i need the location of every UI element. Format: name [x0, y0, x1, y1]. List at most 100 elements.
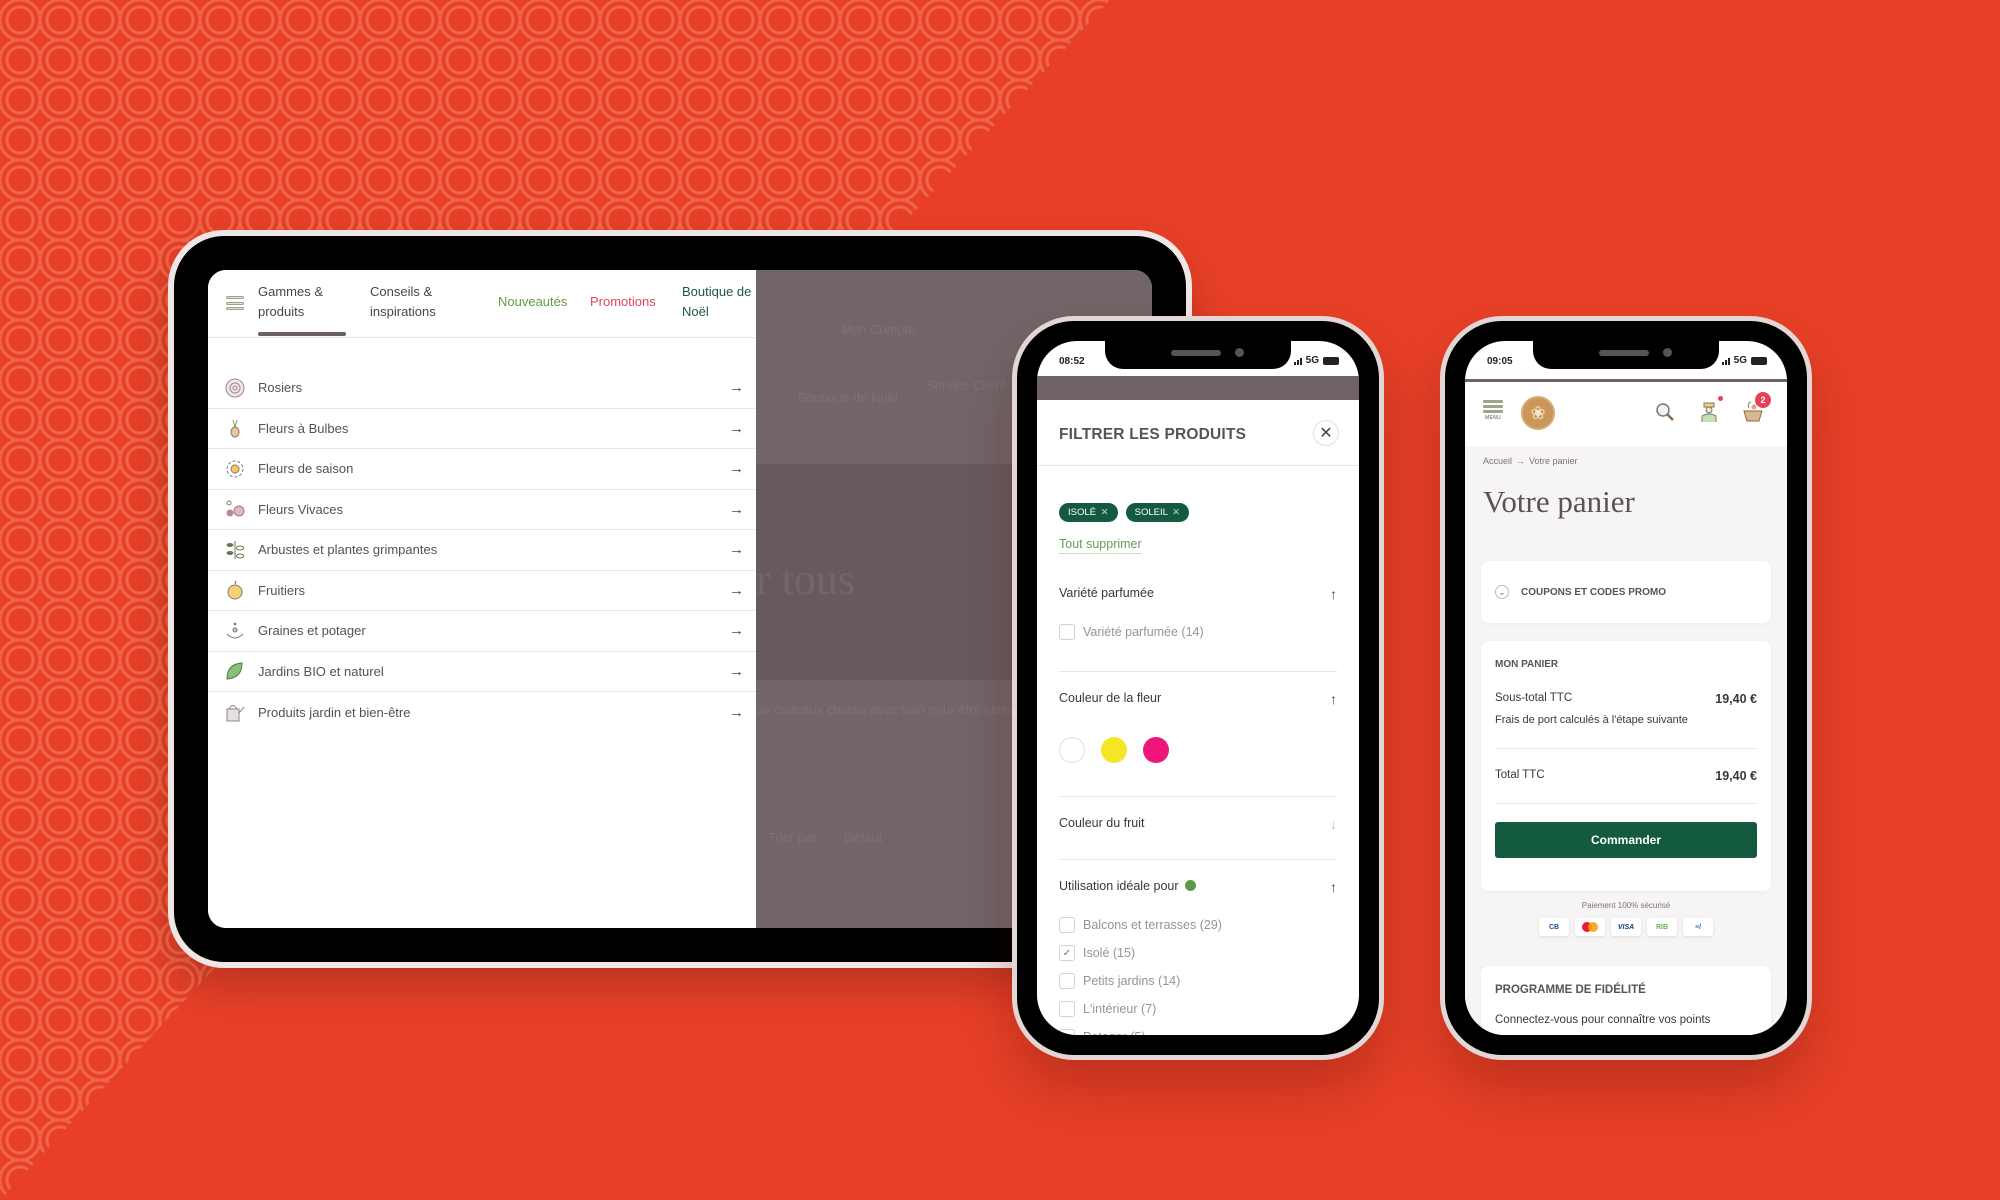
total-label: Total TTC: [1495, 769, 1545, 781]
filter-chip-soleil[interactable]: SOLEIL ✕: [1125, 503, 1190, 522]
arrow-up-icon: ↑: [1330, 879, 1337, 895]
tab-nouveautes[interactable]: Nouveautés: [498, 292, 567, 312]
section-header[interactable]: Variété parfumée ↑: [1059, 586, 1337, 602]
watering-can-icon: [224, 701, 246, 723]
filter-option[interactable]: Variété parfumée (14): [1059, 624, 1337, 640]
page-overlay[interactable]: [1037, 376, 1359, 400]
option-label: Balcons et terrasses (29): [1083, 918, 1222, 932]
category-label: Fleurs à Bulbes: [258, 420, 349, 436]
arrow-right-icon: →: [729, 581, 744, 599]
logo-rose-icon[interactable]: ❀: [1521, 396, 1555, 430]
remove-icon[interactable]: ✕: [1172, 507, 1180, 518]
category-item[interactable]: Produits jardin et bien-être →: [208, 692, 756, 733]
section-header[interactable]: Couleur de la fleur ↑: [1059, 691, 1337, 707]
clear-all-link[interactable]: Tout supprimer: [1059, 537, 1142, 554]
category-item[interactable]: Arbustes et plantes grimpantes →: [208, 530, 756, 571]
breadcrumb-current: Votre panier: [1529, 456, 1578, 466]
checkbox[interactable]: [1059, 1001, 1075, 1017]
coupon-toggle[interactable]: ⌄ COUPONS ET CODES PROMO: [1481, 561, 1771, 623]
hamburger-icon[interactable]: [226, 296, 244, 310]
chip-label: ISOLÉ: [1068, 507, 1096, 518]
filter-option[interactable]: Potager (5): [1059, 1029, 1337, 1035]
section-header[interactable]: Couleur du fruit ↓: [1059, 816, 1337, 832]
checkbox-checked[interactable]: ✓: [1059, 945, 1075, 961]
hero-title-dimmed: r tous: [756, 555, 855, 604]
phone-notch: [1105, 341, 1291, 369]
search-icon[interactable]: [1653, 400, 1677, 424]
category-item[interactable]: Fleurs à Bulbes →: [208, 409, 756, 449]
category-item[interactable]: Fruitiers →: [208, 571, 756, 611]
rose-icon: [224, 377, 246, 399]
tab-promotions[interactable]: Promotions: [590, 292, 656, 312]
breadcrumb: Accueil → Votre panier: [1483, 456, 1578, 466]
checkbox[interactable]: [1059, 973, 1075, 989]
remove-icon[interactable]: ✕: [1101, 507, 1109, 518]
swatch-white[interactable]: [1059, 737, 1085, 763]
checkbox[interactable]: [1059, 624, 1075, 640]
checkbox[interactable]: [1059, 1029, 1075, 1035]
category-label: Rosiers: [258, 380, 303, 396]
filter-chip-isole[interactable]: ISOLÉ ✕: [1059, 503, 1118, 522]
option-label: Potager (5): [1083, 1030, 1146, 1035]
filter-option[interactable]: L'intérieur (7): [1059, 1001, 1337, 1017]
arrow-right-icon: →: [729, 703, 744, 721]
swatch-pink[interactable]: [1143, 737, 1169, 763]
category-label: Graines et potager: [258, 623, 366, 639]
phone-cart-device: 09:05 5G MENU ❀ 2 Accueil → Votre panier…: [1440, 316, 1812, 1060]
category-label: Fleurs de saison: [258, 461, 354, 477]
mastercard-icon: [1575, 918, 1605, 936]
summary-heading: MON PANIER: [1495, 659, 1559, 670]
basket-icon[interactable]: 2: [1741, 392, 1771, 424]
menu-button[interactable]: MENU: [1483, 400, 1503, 421]
tab-gammes-produits[interactable]: Gammes & produits: [258, 282, 347, 336]
breadcrumb-home[interactable]: Accueil: [1483, 456, 1512, 466]
category-label: Jardins BIO et naturel: [258, 663, 384, 679]
filter-option[interactable]: ✓ Isolé (15): [1059, 945, 1337, 961]
network-type: 5G: [1733, 355, 1747, 366]
section-header[interactable]: Utilisation idéale pour ↑: [1059, 879, 1337, 895]
arrow-right-icon: →: [729, 379, 744, 397]
tab-boutique-noel[interactable]: Boutique de Noël: [682, 282, 751, 322]
filter-section-couleur-fleur: Couleur de la fleur ↑: [1059, 691, 1337, 763]
status-indicators: 5G: [1721, 355, 1767, 366]
seed-icon: [224, 620, 246, 642]
category-label: Fleurs Vivaces: [258, 501, 344, 517]
visa-icon: VISA: [1611, 918, 1641, 936]
category-item[interactable]: Graines et potager →: [208, 611, 756, 652]
swatch-yellow[interactable]: [1101, 737, 1127, 763]
mega-menu-panel: Gammes & produits Conseils & inspiration…: [208, 270, 756, 928]
page-title: Votre panier: [1483, 484, 1635, 519]
divider: [1059, 671, 1337, 672]
filter-option[interactable]: Balcons et terrasses (29): [1059, 917, 1337, 933]
battery-icon: [1323, 356, 1339, 365]
category-label: Arbustes et plantes grimpantes: [258, 542, 438, 558]
category-item[interactable]: Fleurs Vivaces →: [208, 490, 756, 530]
filter-header: FILTRER LES PRODUITS ✕: [1037, 400, 1359, 466]
tablet-screen: Mon Compte Boutique de Noël Service Clie…: [208, 270, 1152, 928]
divider: [1059, 796, 1337, 797]
section-title: Utilisation idéale pour: [1059, 879, 1179, 893]
category-item[interactable]: Rosiers →: [208, 368, 756, 409]
arrow-right-icon: →: [729, 622, 744, 640]
subtotal-label: Sous-total TTC: [1495, 692, 1573, 704]
divider: [1495, 748, 1757, 749]
option-label: Petits jardins (14): [1083, 974, 1181, 988]
secure-payment-text: Paiement 100% sécurisé: [1581, 901, 1671, 910]
checkbox[interactable]: [1059, 917, 1075, 933]
category-item[interactable]: Fleurs de saison →: [208, 449, 756, 490]
hamburger-icon: [1483, 400, 1503, 413]
category-item[interactable]: Jardins BIO et naturel →: [208, 652, 756, 692]
account-gardener-icon[interactable]: [1697, 396, 1723, 424]
tab-conseils-inspirations[interactable]: Conseils & inspirations: [370, 282, 436, 322]
arrow-up-icon: ↑: [1330, 586, 1337, 602]
loyalty-text[interactable]: Connectez-vous pour connaître vos points: [1495, 1014, 1757, 1026]
coupon-label: COUPONS ET CODES PROMO: [1521, 586, 1667, 598]
phone-filter-screen: 08:52 5G FILTRER LES PRODUITS ✕ ISOLÉ ✕ …: [1037, 341, 1359, 1035]
flower-icon: [224, 458, 246, 480]
loyalty-card: PROGRAMME DE FIDÉLITÉ Connectez-vous pou…: [1481, 966, 1771, 1035]
filter-option[interactable]: Petits jardins (14): [1059, 973, 1337, 989]
payment-methods: CB VISA RIB ≡/: [1465, 918, 1787, 936]
order-button[interactable]: Commander: [1495, 822, 1757, 858]
close-button[interactable]: ✕: [1313, 420, 1339, 446]
cb-card-icon: CB: [1539, 918, 1569, 936]
